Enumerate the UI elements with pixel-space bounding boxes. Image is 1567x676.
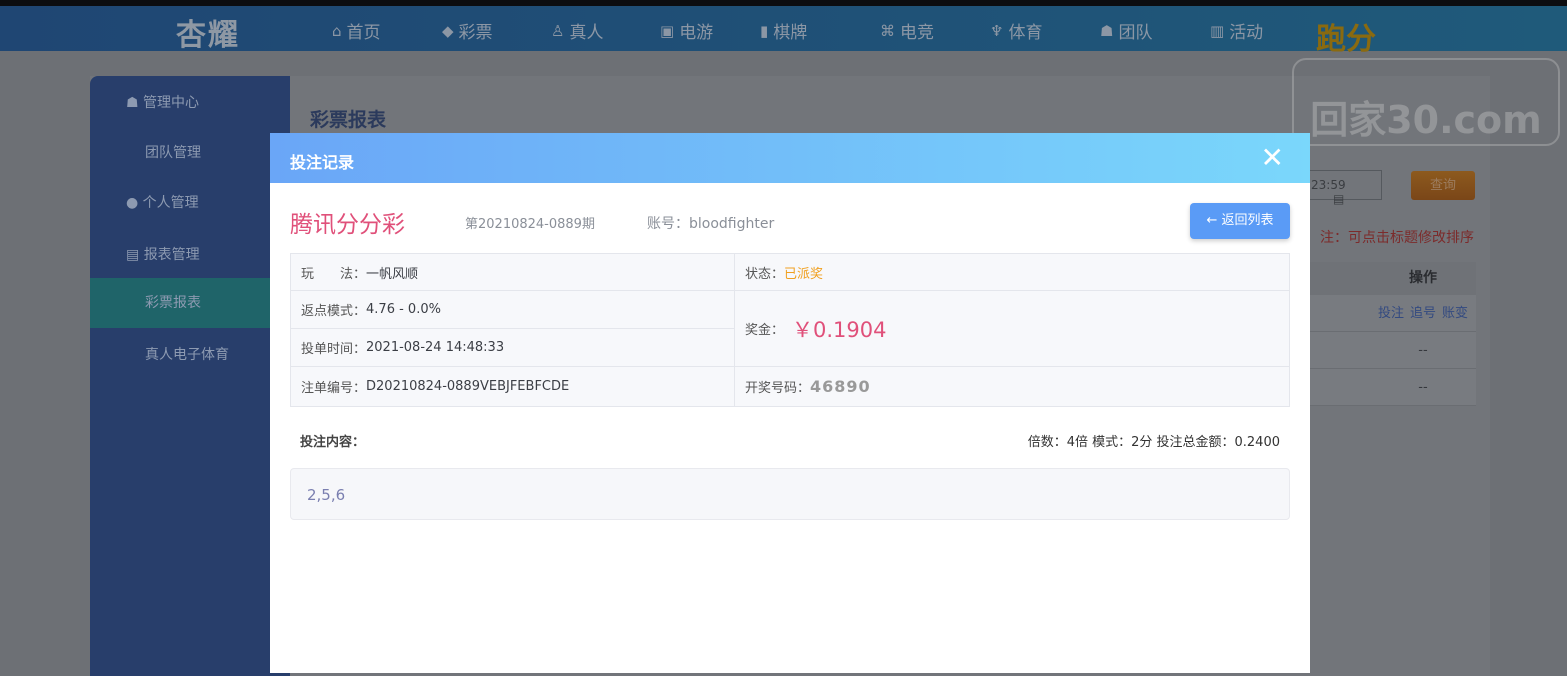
empty-cell: -- <box>1418 343 1428 358</box>
gift-icon: ▥ <box>1210 21 1225 40</box>
nav-lottery[interactable]: ◆ 彩票 <box>442 18 493 44</box>
sidebar-label: 团队管理 <box>145 145 201 161</box>
nav-slots[interactable]: ▣ 电游 <box>660 18 714 44</box>
label: 注单编号： <box>301 381 367 396</box>
nav-label: 团队 <box>1118 23 1153 43</box>
lottery-name: 腾讯分分彩 <box>290 212 405 238</box>
query-button[interactable]: 查询 <box>1411 171 1475 200</box>
date-value: 23:59 <box>1311 178 1346 192</box>
label: 状态： <box>745 266 785 282</box>
bet-summary: 倍数：4倍 模式：2分 投注总金额：0.2400 <box>1027 435 1280 450</box>
sidebar: ☗ 管理中心 团队管理 ● 个人管理 ▤ 报表管理 彩票报表 真人电子体育 <box>90 76 290 676</box>
win-number-cell: 开奖号码： 46890 <box>735 367 1289 406</box>
nav-live[interactable]: ♙ 真人 <box>551 18 604 44</box>
win-number-value: 46890 <box>810 377 871 396</box>
gamepad-icon: ⌘ <box>880 21 895 40</box>
time-cell: 投单时间： 2021-08-24 14:48:33 <box>291 329 735 367</box>
nav-label: 活动 <box>1229 23 1264 43</box>
issue-number: 第20210824-0889期 <box>465 217 595 232</box>
bet-info-grid: 玩 法： 一帆风顺 状态： 已派奖 返点模式： 4.76 - 0.0% 奖金： ￥0.1… <box>290 253 1290 407</box>
nav-cards[interactable]: ▮ 棋牌 <box>760 18 808 44</box>
sidebar-item-live-sports[interactable]: 真人电子体育 <box>90 344 290 364</box>
nav-paofen[interactable]: 跑分 <box>1316 14 1376 58</box>
bet-record-modal: 投注记录 ✕ 腾讯分分彩 第20210824-0889期 账号：bloodfig… <box>270 133 1310 673</box>
nav-sports[interactable]: ♆ 体育 <box>990 18 1043 44</box>
report-table: 操作 投注 追号 账变 -- -- <box>1310 262 1476 406</box>
table-row: -- <box>1310 369 1476 406</box>
lottery-icon: ◆ <box>442 21 454 40</box>
prize-cell: 奖金： ￥0.1904 <box>735 291 1289 367</box>
nav-label: 真人 <box>569 23 604 43</box>
logo[interactable]: 杏耀 <box>176 10 240 54</box>
table-row: 投注 追号 账变 <box>1310 295 1476 332</box>
close-icon[interactable]: ✕ <box>1261 141 1284 174</box>
status-cell: 状态： 已派奖 <box>735 254 1289 291</box>
nav-promotions[interactable]: ▥ 活动 <box>1210 18 1264 44</box>
nav-label: 首页 <box>346 23 381 43</box>
team-icon: ☗ <box>1100 21 1114 40</box>
nav-label: 体育 <box>1008 23 1043 43</box>
card-icon: ▮ <box>760 21 769 40</box>
nav-home[interactable]: ⌂ 首页 <box>332 18 381 44</box>
bet-content: 2,5,6 <box>290 468 1290 520</box>
modal-header: 投注记录 ✕ <box>270 133 1310 183</box>
nav-label: 电竞 <box>900 23 934 43</box>
time-value: 2021-08-24 14:48:33 <box>366 340 505 355</box>
rebate-cell: 返点模式： 4.76 - 0.0% <box>291 291 735 329</box>
label: 玩 法： <box>301 266 367 282</box>
order-value: D20210824-0889VEBJFEBFCDE <box>366 379 570 394</box>
nav-label: 棋牌 <box>773 23 808 43</box>
sidebar-label: 彩票报表 <box>145 295 201 311</box>
rebate-value: 4.76 - 0.0% <box>366 302 441 317</box>
sidebar-label: 真人电子体育 <box>145 347 229 363</box>
sidebar-item-personal[interactable]: ● 个人管理 <box>90 192 290 212</box>
chase-link[interactable]: 追号 <box>1410 306 1436 321</box>
status-value: 已派奖 <box>784 266 824 282</box>
account: 账号：bloodfighter <box>647 216 775 232</box>
nav-label: 电游 <box>679 23 714 43</box>
empty-cell: -- <box>1418 380 1428 395</box>
sidebar-label: 个人管理 <box>142 195 199 211</box>
trophy-icon: ♆ <box>990 21 1004 40</box>
live-dealer-icon: ♙ <box>551 21 565 40</box>
end-date-input[interactable]: 23:59 ▤ <box>1300 170 1382 206</box>
nav-team[interactable]: ☗ 团队 <box>1100 18 1153 44</box>
prize-value: ￥0.1904 <box>792 317 887 342</box>
label: 奖金： <box>745 323 785 338</box>
watermark: 回家30.com <box>1292 58 1560 146</box>
sidebar-item-lottery-report[interactable]: 彩票报表 <box>90 278 290 328</box>
slot-machine-icon: ▣ <box>660 21 675 40</box>
column-header-actions[interactable]: 操作 <box>1310 262 1476 295</box>
sort-note: 注：可点击标题修改排序 <box>1320 230 1474 246</box>
play-cell: 玩 法： 一帆风顺 <box>291 254 735 291</box>
play-value: 一帆风顺 <box>366 266 419 282</box>
bet-link[interactable]: 投注 <box>1378 306 1404 321</box>
nav-label: 彩票 <box>458 23 493 43</box>
account-change-link[interactable]: 账变 <box>1442 306 1468 321</box>
label: 投单时间： <box>301 342 367 357</box>
sidebar-item-team-management[interactable]: 团队管理 <box>90 142 290 162</box>
order-cell: 注单编号： D20210824-0889VEBJFEBFCDE <box>291 367 735 406</box>
home-icon: ⌂ <box>332 21 342 40</box>
sidebar-item-management-center[interactable]: ☗ 管理中心 <box>90 92 290 112</box>
modal-title: 投注记录 <box>290 153 355 172</box>
sidebar-label: 管理中心 <box>143 95 200 111</box>
top-nav: 杏耀 ⌂ 首页 ◆ 彩票 ♙ 真人 ▣ 电游 ▮ 棋牌 ⌘ 电竞 ♆ 体育 ☗ 团队 ▥ 活动 跑… <box>0 6 1567 57</box>
nav-esports[interactable]: ⌘ 电竞 <box>880 18 934 44</box>
label: 返点模式： <box>301 304 367 319</box>
back-to-list-button[interactable]: ← 返回列表 <box>1190 203 1290 239</box>
calendar-icon[interactable]: ▤ <box>1333 192 1344 206</box>
sidebar-item-reports[interactable]: ▤ 报表管理 <box>90 244 290 264</box>
back-label: 返回列表 <box>1221 213 1274 228</box>
table-row: -- <box>1310 332 1476 369</box>
page-title: 彩票报表 <box>310 109 387 131</box>
sidebar-label: 报表管理 <box>143 247 200 263</box>
label: 开奖号码： <box>745 381 811 396</box>
arrow-left-icon: ← <box>1206 213 1218 228</box>
content-label: 投注内容： <box>300 435 366 450</box>
